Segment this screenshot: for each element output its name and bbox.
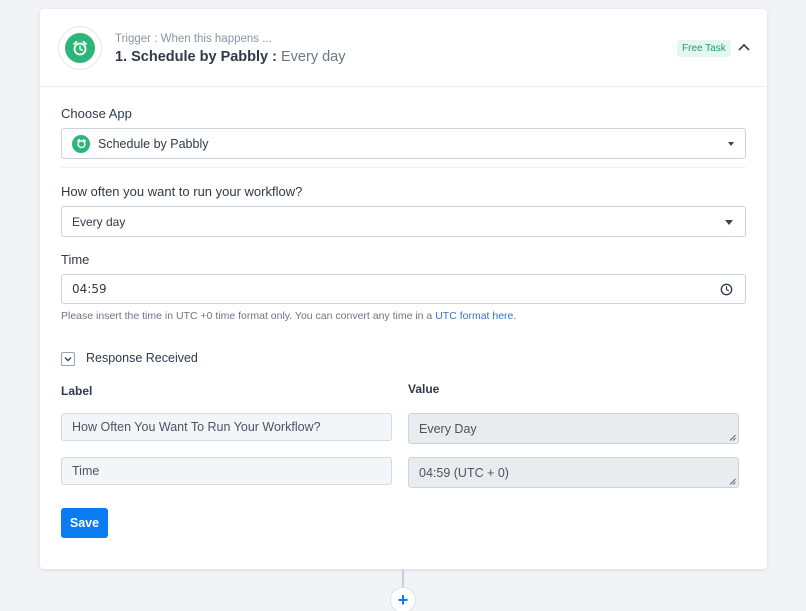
response-value-field[interactable]: 04:59 (UTC + 0)	[408, 457, 739, 488]
app-logo	[58, 26, 102, 70]
trigger-title-app: 1. Schedule by Pabbly :	[115, 49, 277, 65]
trigger-header[interactable]: Trigger : When this happens ... 1. Sched…	[40, 9, 767, 87]
free-task-badge: Free Task	[677, 40, 731, 57]
trigger-title: 1. Schedule by Pabbly : Every day	[115, 49, 345, 65]
caret-down-icon	[725, 220, 733, 225]
save-button[interactable]: Save	[61, 508, 108, 538]
chevron-down-icon[interactable]	[61, 352, 75, 366]
alarm-clock-icon	[72, 134, 90, 153]
time-label: Time	[61, 252, 90, 267]
clock-icon[interactable]	[720, 283, 733, 299]
alarm-clock-icon	[65, 33, 95, 63]
trigger-step-card: Trigger : When this happens ... 1. Sched…	[40, 9, 767, 569]
response-value-text: Every Day	[419, 421, 477, 436]
response-label-field[interactable]: How Often You Want To Run Your Workflow?	[61, 413, 392, 441]
trigger-title-detail: Every day	[281, 49, 346, 65]
response-value-text: 04:59 (UTC + 0)	[419, 465, 509, 480]
choose-app-select[interactable]: Schedule by Pabbly	[61, 128, 746, 159]
response-received-label[interactable]: Response Received	[86, 351, 198, 365]
caret-down-icon	[728, 142, 734, 146]
help-text: Please insert the time in UTC +0 time fo…	[61, 310, 433, 322]
utc-format-link[interactable]: UTC format here.	[435, 310, 516, 322]
divider	[61, 167, 746, 168]
chevron-up-icon[interactable]	[736, 39, 752, 55]
choose-app-value: Schedule by Pabbly	[98, 136, 209, 151]
resize-grip-icon[interactable]	[729, 478, 736, 485]
frequency-select[interactable]: Every day	[61, 206, 746, 237]
choose-app-label: Choose App	[61, 106, 132, 121]
time-input[interactable]: 04:59	[61, 274, 746, 304]
response-value-field[interactable]: Every Day	[408, 413, 739, 444]
frequency-label: How often you want to run your workflow?	[61, 184, 303, 199]
label-column-header: Label	[61, 384, 93, 398]
response-label-field[interactable]: Time	[61, 457, 392, 485]
value-column-header: Value	[408, 382, 440, 396]
step-connector	[402, 569, 404, 589]
resize-grip-icon[interactable]	[729, 434, 736, 441]
trigger-subtitle: Trigger : When this happens ...	[115, 33, 272, 45]
plus-icon: +	[397, 590, 409, 610]
frequency-value: Every day	[72, 214, 126, 229]
time-help-text: Please insert the time in UTC +0 time fo…	[61, 310, 516, 322]
add-step-button[interactable]: +	[390, 587, 416, 611]
time-value: 04:59	[72, 282, 107, 296]
